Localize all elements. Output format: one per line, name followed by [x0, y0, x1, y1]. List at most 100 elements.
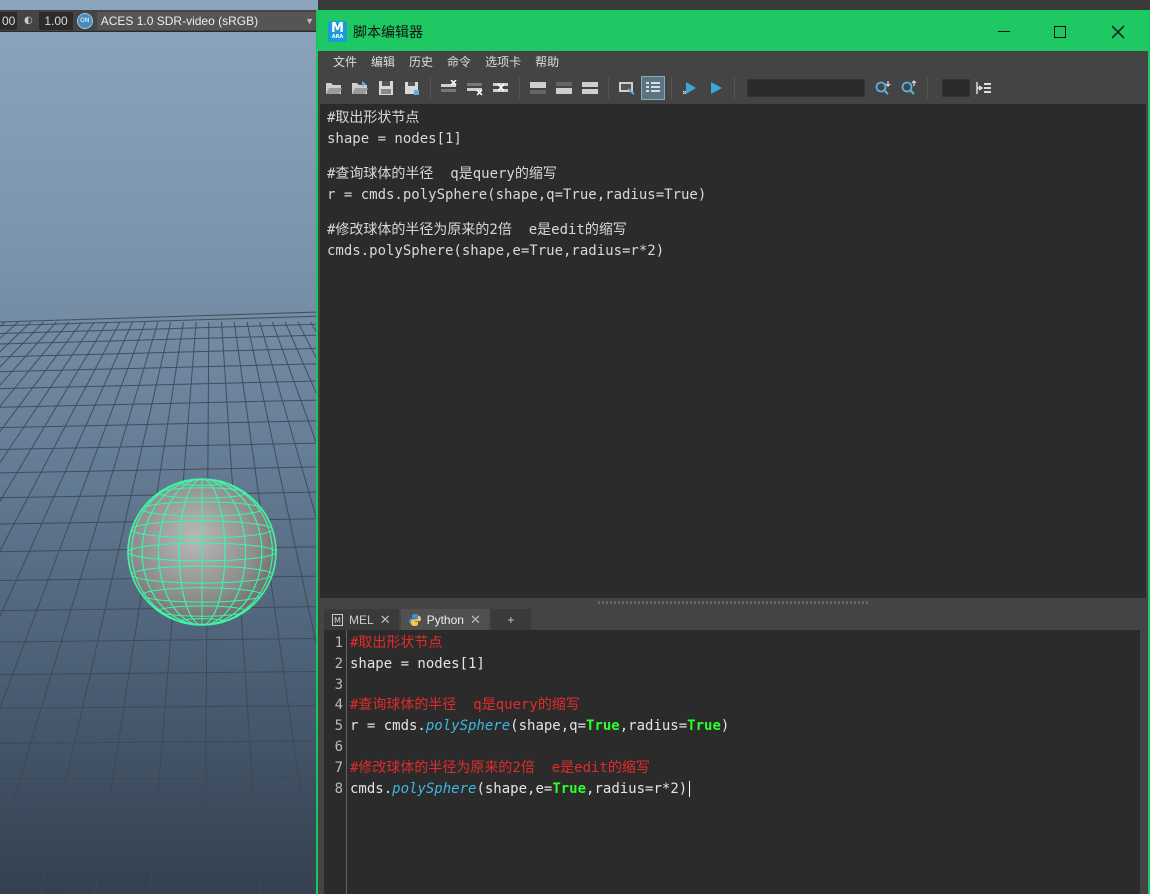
maximize-button[interactable]	[1032, 12, 1088, 51]
view-transform-label: ACES 1.0 SDR-video (sRGB)	[100, 13, 259, 28]
camera-field[interactable]: 00	[0, 11, 18, 30]
search-up-icon[interactable]	[897, 76, 921, 100]
code-function: polySphere	[425, 718, 511, 735]
window-title: 脚本编辑器	[353, 24, 423, 41]
history-line: #查询球体的半径 q是query的缩写	[327, 166, 557, 182]
close-icon[interactable]: ✕	[380, 612, 391, 628]
script-editor-window: M ARA 脚本编辑器 文件 编辑 历史 命令 选项卡 帮助 #取出形状节点 s…	[316, 10, 1150, 894]
history-line: cmds.polySphere(shape,e=True,radius=r*2)	[327, 243, 665, 259]
line-number: 2	[334, 655, 343, 672]
line-number: 6	[334, 738, 343, 755]
close-icon[interactable]: ✕	[470, 612, 481, 628]
code-line: shape = nodes[1]	[350, 654, 1143, 675]
close-icon	[1111, 25, 1125, 38]
pane-splitter[interactable]	[320, 598, 1146, 606]
title-bar[interactable]: M ARA 脚本编辑器	[318, 12, 1148, 51]
toolbar-separator	[927, 77, 928, 99]
code-comment: #查询球体的半径 q是query的缩写	[350, 697, 580, 714]
clear-history-icon[interactable]	[437, 76, 461, 100]
add-tab-button[interactable]: +	[490, 609, 531, 630]
clear-input-icon[interactable]	[463, 76, 487, 100]
python-icon	[408, 613, 421, 626]
tab-python[interactable]: Python ✕	[400, 609, 489, 630]
svg-text:M: M	[334, 616, 341, 625]
toolbar-separator	[430, 77, 431, 99]
show-history-icon[interactable]	[526, 76, 550, 100]
menu-command[interactable]: 命令	[440, 51, 478, 73]
input-tab-bar: M MEL ✕ Python ✕ +	[320, 606, 1146, 630]
history-line	[327, 206, 1146, 220]
chevron-down-icon: ▼	[305, 15, 314, 26]
show-input-icon[interactable]	[552, 76, 576, 100]
code-text: ,radius=	[619, 718, 688, 735]
line-number: 1	[334, 635, 343, 651]
menu-help[interactable]: 帮助	[528, 51, 566, 73]
execute-all-icon[interactable]	[678, 76, 702, 100]
code-text: )	[720, 718, 730, 735]
splitter-grip[interactable]	[598, 600, 868, 604]
exposure-icon[interactable]: ◐	[21, 14, 35, 28]
maximize-icon	[1054, 25, 1066, 38]
viewport-panel-toolbar: 00 ◐ 1.00 ON ACES 1.0 SDR-video (sRGB) ▼	[0, 10, 318, 32]
show-line-numbers-icon[interactable]	[641, 76, 665, 100]
history-line: shape = nodes[1]	[327, 131, 462, 147]
exposure-field[interactable]: 1.00	[39, 11, 73, 30]
code-text: shape = nodes[1]	[350, 655, 485, 672]
goto-line-icon[interactable]	[972, 76, 996, 100]
text-caret	[689, 780, 691, 797]
code-text: (shape,e=	[476, 780, 553, 797]
toolbar-separator	[608, 77, 609, 99]
code-keyword: True	[687, 718, 721, 735]
history-line: #修改球体的半径为原来的2倍 e是edit的缩写	[327, 222, 627, 238]
viewport-scene[interactable]	[0, 0, 318, 894]
minimize-button[interactable]	[976, 12, 1032, 51]
tab-label: MEL	[349, 612, 374, 627]
history-line: r = cmds.polySphere(shape,q=True,radius=…	[327, 187, 707, 203]
code-input-panel: 1 2 3 4 5 6 7 8 #取出形状节点 shape = nodes[1]…	[320, 630, 1146, 894]
add-tab-label: +	[507, 612, 515, 627]
search-input[interactable]	[747, 79, 865, 97]
tab-label: Python	[426, 612, 464, 627]
history-line	[327, 150, 1146, 164]
line-number: 8	[334, 780, 343, 797]
code-text: (shape,q=	[510, 718, 587, 735]
close-button[interactable]	[1090, 12, 1146, 51]
view-transform-dropdown[interactable]: ACES 1.0 SDR-video (sRGB) ▼	[96, 11, 318, 30]
code-function: polySphere	[392, 780, 477, 797]
history-line: #取出形状节点	[327, 110, 420, 126]
code-line: #取出形状节点	[350, 633, 1143, 654]
poly-sphere[interactable]	[127, 478, 277, 626]
color-management-icon[interactable]: ON	[76, 12, 93, 29]
code-text: cmds.	[350, 780, 393, 797]
menu-history[interactable]: 历史	[402, 51, 440, 73]
line-number-gutter: 1 2 3 4 5 6 7 8	[324, 630, 346, 894]
search-down-icon[interactable]	[871, 76, 895, 100]
save-script-icon[interactable]	[374, 76, 398, 100]
menu-tabs[interactable]: 选项卡	[478, 51, 528, 73]
minimize-icon	[998, 31, 1010, 32]
goto-line-input[interactable]	[942, 79, 970, 97]
3d-viewport[interactable]: 00 ◐ 1.00 ON ACES 1.0 SDR-video (sRGB) ▼	[0, 0, 318, 894]
script-editor-toolbar	[318, 73, 1148, 103]
line-number: 7	[334, 759, 343, 776]
code-text: r = cmds.	[350, 718, 426, 735]
code-editor[interactable]: #取出形状节点 shape = nodes[1] #查询球体的半径 q是quer…	[347, 630, 1143, 894]
execute-icon[interactable]	[704, 76, 728, 100]
source-script-icon[interactable]	[348, 76, 372, 100]
panel-border	[1140, 630, 1144, 894]
code-line: r = cmds.polySphere(shape,q= True,radius=…	[350, 716, 1143, 737]
clear-all-icon[interactable]	[489, 76, 513, 100]
code-line: #修改球体的半径为原来的2倍 e是edit的缩写	[350, 758, 1143, 779]
echo-all-commands-icon[interactable]	[615, 76, 639, 100]
tab-mel[interactable]: M MEL ✕	[324, 609, 399, 630]
menu-file[interactable]: 文件	[326, 51, 364, 73]
code-line: #查询球体的半径 q是query的缩写	[350, 695, 1143, 716]
code-keyword: True	[552, 780, 587, 797]
menu-edit[interactable]: 编辑	[364, 51, 402, 73]
show-both-icon[interactable]	[578, 76, 602, 100]
open-script-icon[interactable]	[322, 76, 346, 100]
save-to-shelf-icon[interactable]	[400, 76, 424, 100]
code-comment: #修改球体的半径为原来的2倍 e是edit的缩写	[350, 759, 650, 776]
history-output-panel[interactable]: #取出形状节点 shape = nodes[1] #查询球体的半径 q是quer…	[320, 104, 1146, 598]
